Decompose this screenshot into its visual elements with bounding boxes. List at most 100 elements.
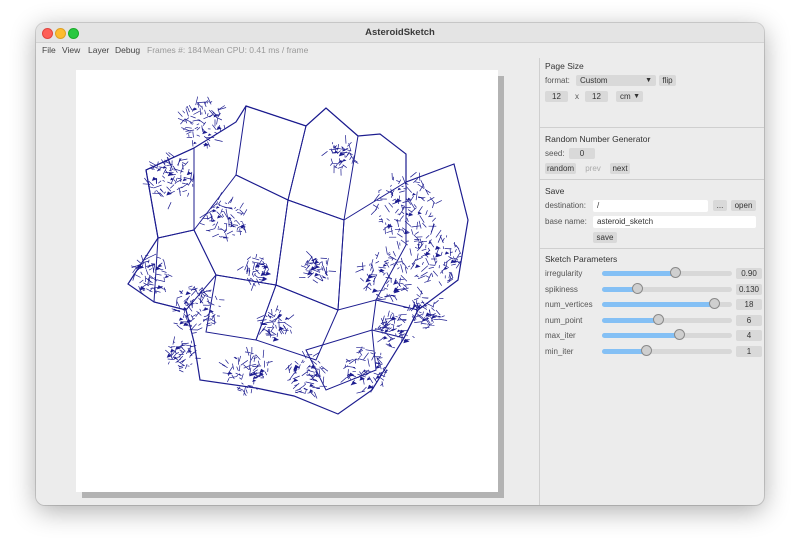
open-button[interactable]: open <box>731 200 756 211</box>
chevron-down-icon: ▼ <box>645 77 652 84</box>
cluster-fill <box>187 349 192 353</box>
cluster-fill <box>227 216 232 220</box>
chevron-down-icon: ▼ <box>633 93 640 100</box>
sketch-canvas-area[interactable] <box>36 58 539 505</box>
next-button[interactable]: next <box>610 163 630 174</box>
cluster-fill <box>314 260 320 264</box>
seed-label: seed: <box>545 149 565 158</box>
cluster-fill <box>394 281 399 285</box>
slider-knob[interactable] <box>669 267 681 278</box>
page-height-field[interactable]: 12 <box>585 91 608 102</box>
slider-knob[interactable] <box>708 298 720 309</box>
cluster-fill <box>397 187 402 191</box>
cluster-fill <box>417 211 422 215</box>
parameter-slider[interactable] <box>602 282 732 294</box>
cluster-fill <box>209 310 214 313</box>
cluster-fill <box>228 371 233 375</box>
cluster-fill <box>365 278 372 283</box>
format-select[interactable]: Custom ▼ <box>576 75 656 86</box>
cluster-fill <box>157 285 163 290</box>
slider-fill <box>602 333 679 338</box>
flip-button[interactable]: flip <box>659 75 676 86</box>
cluster-strokes <box>285 350 329 399</box>
settings-panel: Page Size format: Custom ▼ flip 12 x 12 … <box>540 58 764 505</box>
parameter-slider[interactable] <box>602 344 732 356</box>
destination-label: destination: <box>545 201 586 210</box>
cluster-fill <box>407 197 412 201</box>
cluster-strokes <box>130 253 173 295</box>
dimension-separator: x <box>575 92 579 101</box>
prev-button[interactable]: prev <box>582 163 604 174</box>
cluster-fill <box>183 300 189 305</box>
menu-view[interactable]: View <box>62 45 80 55</box>
parameter-value[interactable]: 4 <box>736 330 762 341</box>
cluster-strokes <box>171 285 225 334</box>
cluster-fill <box>444 251 450 255</box>
cluster-fill <box>157 264 163 268</box>
parameter-slider[interactable] <box>602 329 732 340</box>
parameter-slider[interactable] <box>602 298 732 309</box>
cluster-fill <box>173 356 178 360</box>
seed-field[interactable]: 0 <box>569 148 595 159</box>
menu-layer[interactable]: Layer <box>88 45 109 55</box>
cluster-fill <box>193 141 197 145</box>
cluster-fill <box>272 337 280 342</box>
cluster-fill <box>265 271 272 276</box>
base-name-input[interactable]: asteroid_sketch <box>593 216 756 228</box>
parameter-value[interactable]: 1 <box>736 345 762 357</box>
menu-file[interactable]: File <box>42 45 56 55</box>
parameter-label: max_iter <box>545 331 576 340</box>
cluster-fill <box>207 133 212 136</box>
cluster-fill <box>183 322 189 327</box>
cluster-fill <box>379 268 385 273</box>
cluster-fill <box>278 326 285 331</box>
cluster-fill <box>166 191 173 196</box>
parameter-label: irregularity <box>545 269 583 278</box>
cluster-fill <box>175 346 181 351</box>
slider-knob[interactable] <box>673 329 685 340</box>
unit-select[interactable]: cm ▼ <box>616 91 643 102</box>
cluster-fill <box>178 317 184 321</box>
parameter-value[interactable]: 0.90 <box>736 268 762 279</box>
cluster-fill <box>309 383 314 387</box>
slider-knob[interactable] <box>652 313 664 325</box>
cluster-strokes <box>199 192 248 242</box>
parameter-label: num_vertices <box>545 300 593 309</box>
cluster-fill <box>217 215 222 219</box>
parameter-value[interactable]: 0.130 <box>736 283 762 295</box>
cluster-fill <box>408 212 414 217</box>
page-width-field[interactable]: 12 <box>545 91 568 102</box>
parameter-slider[interactable] <box>602 313 732 325</box>
dense-cluster <box>218 346 273 396</box>
random-button[interactable]: random <box>545 163 576 174</box>
cluster-fill <box>186 318 193 323</box>
cluster-fill <box>314 272 320 277</box>
dense-cluster <box>199 192 248 242</box>
menu-debug[interactable]: Debug <box>115 45 140 55</box>
parameter-value[interactable]: 6 <box>736 314 762 326</box>
sketch-paper <box>76 70 498 492</box>
cluster-fill <box>252 379 257 383</box>
cluster-fill <box>212 209 217 213</box>
base-name-label: base name: <box>545 217 587 226</box>
slider-knob[interactable] <box>641 344 653 356</box>
slider-knob[interactable] <box>632 282 644 294</box>
format-label: format: <box>545 76 570 85</box>
parameter-label: spikiness <box>545 284 578 294</box>
cluster-fill <box>428 241 433 245</box>
destination-input[interactable]: / <box>593 200 708 212</box>
cluster-fill <box>434 245 441 250</box>
section-separator <box>540 179 764 180</box>
menu-bar: File View Layer Debug Frames #: 184 Mean… <box>36 43 764 57</box>
frames-counter: Frames #: 184 <box>147 45 202 55</box>
sketch-cell <box>153 229 217 311</box>
format-value: Custom <box>580 76 608 85</box>
parameter-slider[interactable] <box>602 267 732 278</box>
cluster-fill <box>293 364 300 370</box>
save-button[interactable]: save <box>593 232 617 243</box>
dense-cluster <box>355 246 412 302</box>
parameter-value[interactable]: 18 <box>736 299 762 310</box>
cluster-fill <box>186 171 192 176</box>
cluster-fill <box>164 275 170 279</box>
browse-button[interactable]: ... <box>713 200 727 211</box>
